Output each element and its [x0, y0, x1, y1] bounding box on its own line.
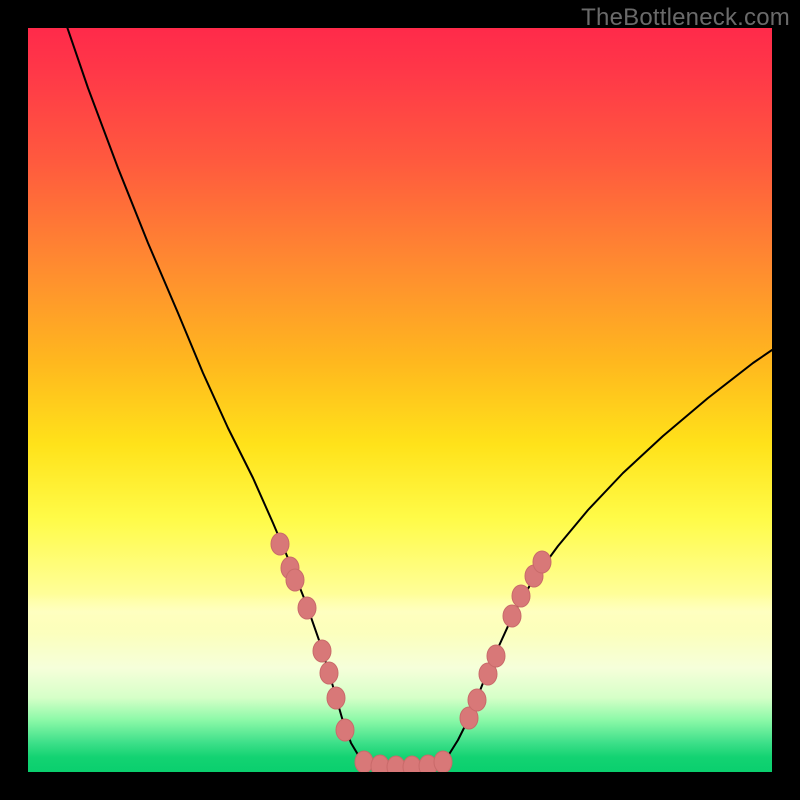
curve-svg [28, 28, 772, 772]
bottleneck-curve [64, 28, 772, 767]
curve-marker [286, 569, 304, 591]
curve-marker [503, 605, 521, 627]
curve-marker [434, 751, 452, 772]
curve-marker [371, 755, 389, 772]
curve-marker [355, 751, 373, 772]
curve-lines [64, 28, 772, 767]
watermark-text: TheBottleneck.com [581, 4, 790, 32]
curve-marker [336, 719, 354, 741]
curve-marker [313, 640, 331, 662]
curve-marker [327, 687, 345, 709]
curve-marker [512, 585, 530, 607]
curve-markers [271, 533, 551, 772]
curve-marker [271, 533, 289, 555]
curve-marker [403, 756, 421, 772]
curve-marker [533, 551, 551, 573]
curve-marker [487, 645, 505, 667]
curve-marker [387, 756, 405, 772]
curve-marker [298, 597, 316, 619]
chart-frame [28, 28, 772, 772]
curve-marker [320, 662, 338, 684]
curve-marker [468, 689, 486, 711]
